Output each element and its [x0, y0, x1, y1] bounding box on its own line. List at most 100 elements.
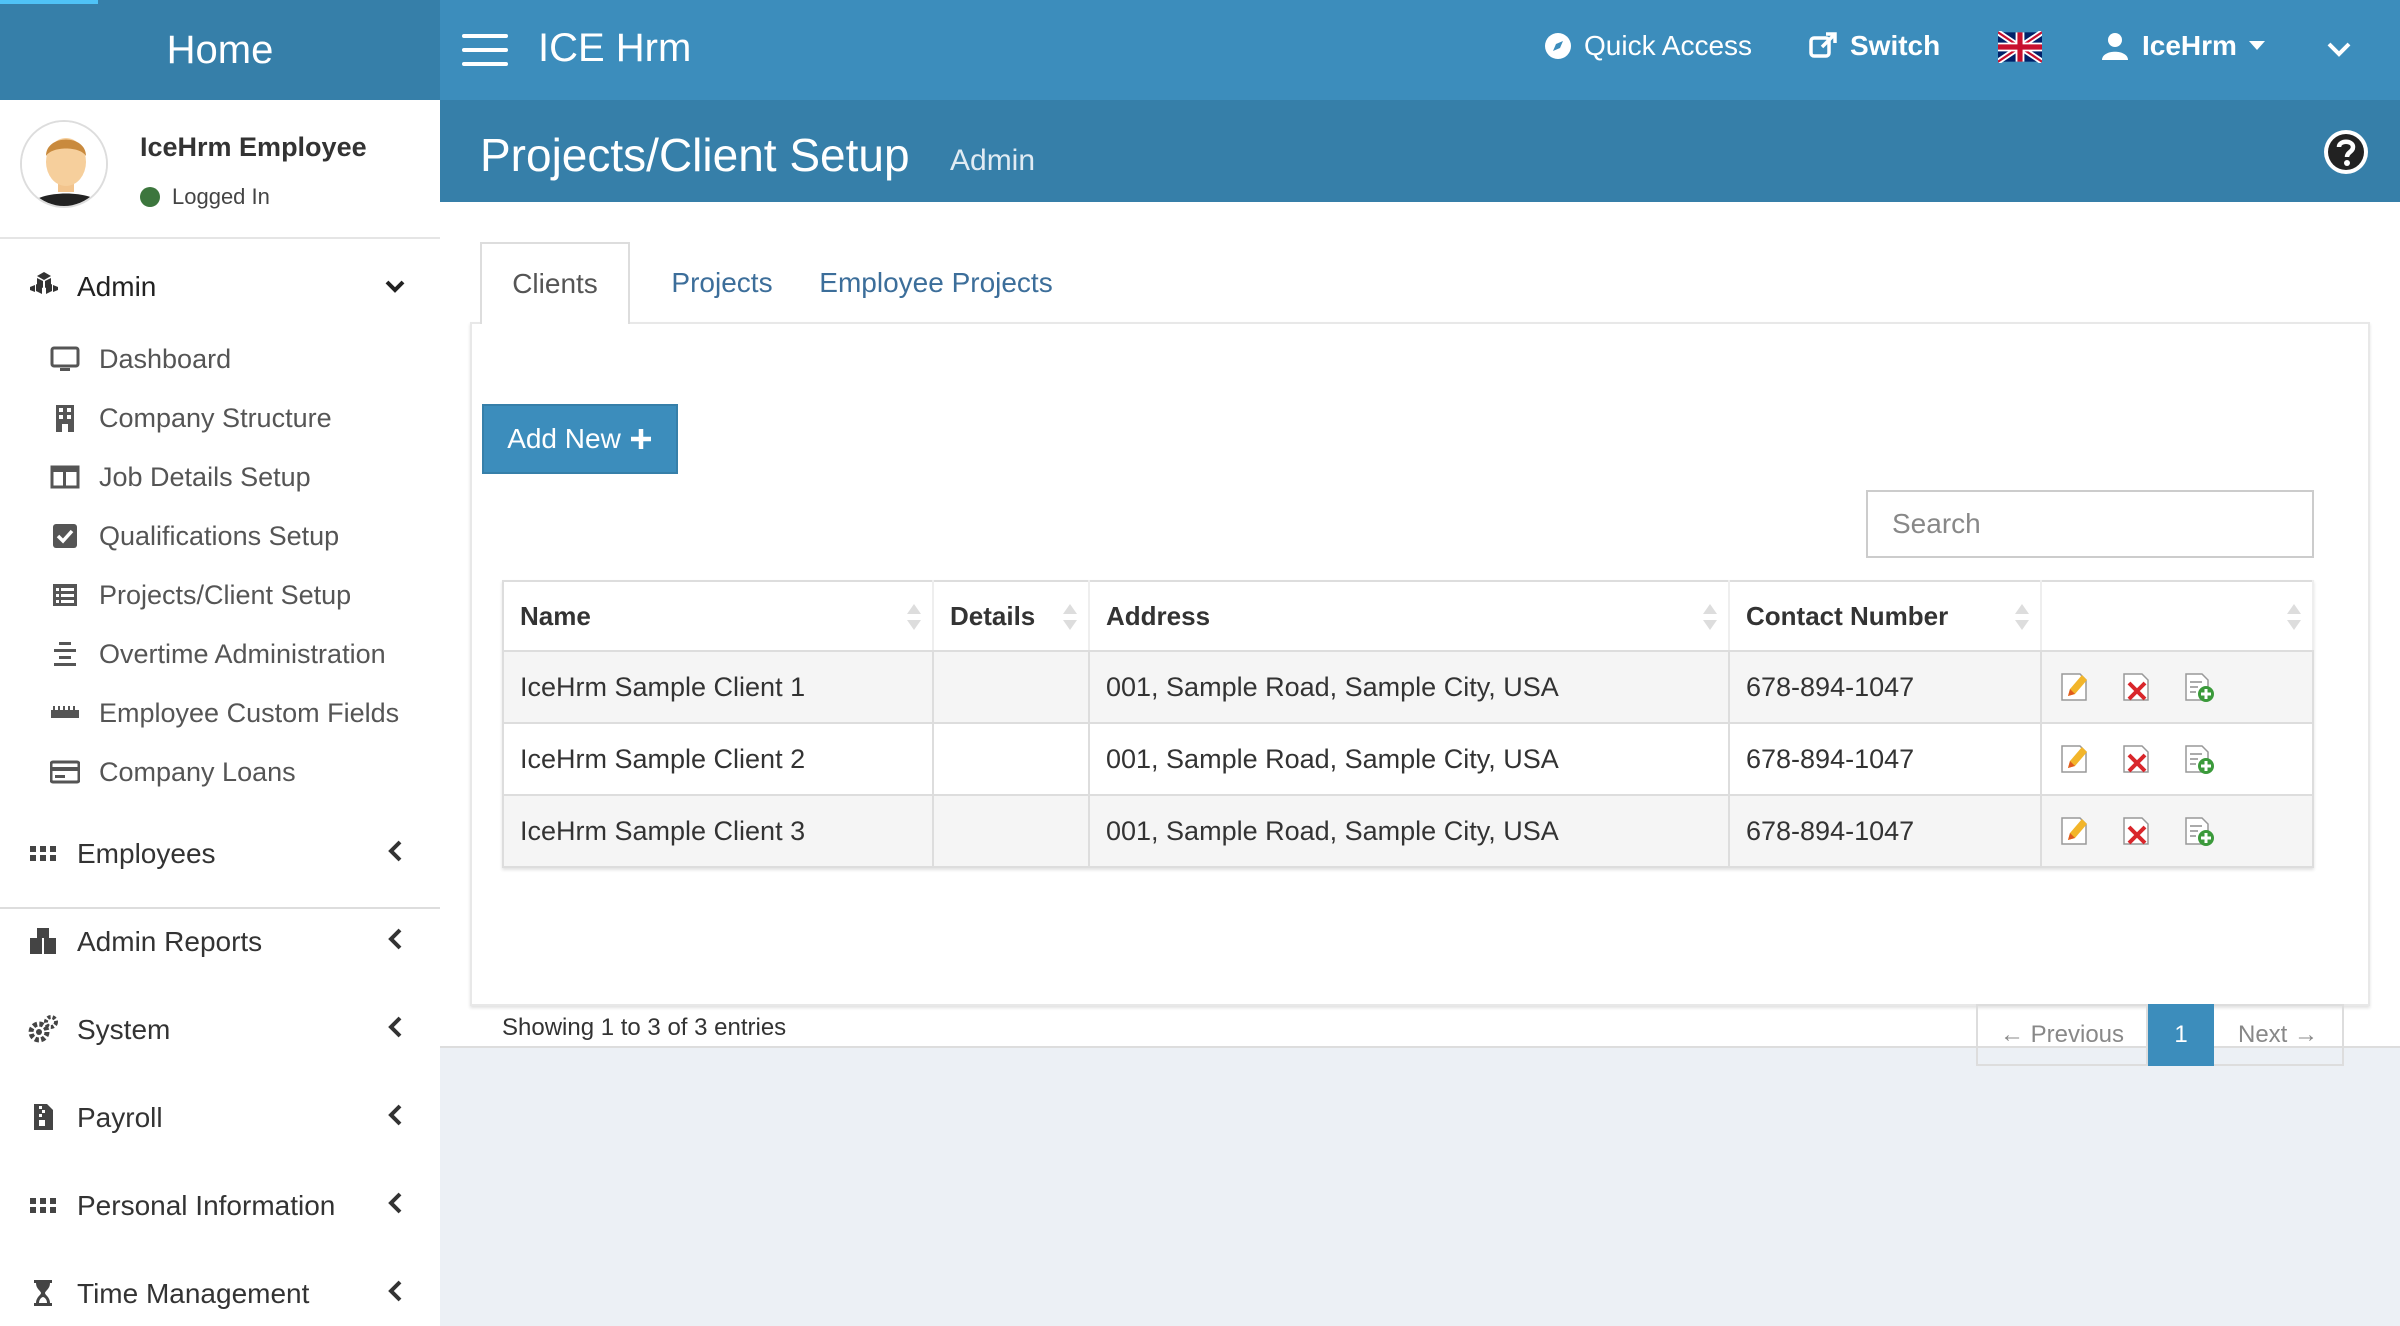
sidebar-item-label: Qualifications Setup	[99, 521, 340, 551]
user-panel: IceHrm Employee Logged In	[0, 100, 440, 239]
column-header-actions[interactable]	[2041, 581, 2314, 652]
column-header-contact-number[interactable]: Contact Number	[1729, 581, 2042, 652]
cell-name: IceHrm Sample Client 3	[503, 795, 934, 868]
switch-link[interactable]: Switch	[1808, 30, 1940, 62]
copy-icon[interactable]	[2182, 814, 2216, 848]
table-header-row: Name Details Address Contact Number	[503, 581, 2314, 652]
sidebar-item-time-management[interactable]: Time Management	[0, 1254, 440, 1326]
table-row: IceHrm Sample Client 1 001, Sample Road,…	[503, 651, 2314, 724]
chevron-left-icon	[388, 1192, 402, 1214]
external-link-icon	[1809, 32, 1837, 58]
home-logo[interactable]: Home	[0, 0, 440, 100]
sidebar-item-employee-custom-fields[interactable]: Employee Custom Fields	[0, 686, 440, 742]
edit-icon[interactable]	[2058, 742, 2092, 776]
sidebar-item-employees[interactable]: Employees	[0, 814, 440, 894]
cell-details	[933, 723, 1090, 796]
cell-actions	[2041, 651, 2314, 724]
home-label[interactable]: Home	[167, 28, 274, 73]
tab-clients[interactable]: Clients	[480, 242, 630, 324]
cell-details	[933, 651, 1090, 724]
sidebar-item-qualifications-setup[interactable]: Qualifications Setup	[0, 509, 440, 565]
column-header-address[interactable]: Address	[1089, 581, 1730, 652]
user-icon	[2102, 33, 2128, 60]
sidebar-item-payroll[interactable]: Payroll	[0, 1078, 440, 1158]
cell-address: 001, Sample Road, Sample City, USA	[1089, 651, 1730, 724]
help-icon[interactable]	[2322, 128, 2370, 176]
compass-icon	[1545, 33, 1571, 59]
sidebar: IceHrm Employee Logged In Admin Dashboar…	[0, 100, 440, 1326]
user-menu-label: IceHrm	[2142, 30, 2237, 61]
sidebar-item-label: Job Details Setup	[99, 462, 311, 492]
hamburger-menu-icon[interactable]	[462, 34, 508, 66]
column-header-details[interactable]: Details	[933, 581, 1090, 652]
gears-icon	[28, 1015, 58, 1043]
sidebar-item-projects-client-setup[interactable]: Projects/Client Setup	[0, 568, 440, 624]
top-navbar: ICE Hrm Quick Access Switch IceHrm	[440, 0, 2400, 100]
chevron-left-icon	[388, 928, 402, 950]
credit-card-icon	[50, 760, 80, 784]
online-status-icon	[140, 187, 160, 207]
sidebar-item-personal-information[interactable]: Personal Information	[0, 1166, 440, 1246]
edit-icon[interactable]	[2058, 670, 2092, 704]
user-status: Logged In	[140, 184, 270, 210]
tab-content-box: Add New Name Details Address	[470, 322, 2370, 1066]
cell-address: 001, Sample Road, Sample City, USA	[1089, 723, 1730, 796]
cell-contact: 678-894-1047	[1729, 723, 2042, 796]
sort-icon	[1063, 604, 1077, 630]
chevron-left-icon	[388, 840, 402, 862]
add-new-button[interactable]: Add New	[482, 404, 678, 474]
cell-contact: 678-894-1047	[1729, 795, 2042, 868]
sidebar-item-admin[interactable]: Admin	[0, 247, 440, 327]
sidebar-item-label: System	[77, 1014, 171, 1045]
delete-icon[interactable]	[2120, 814, 2154, 848]
monitor-icon	[50, 346, 80, 371]
sort-icon	[907, 604, 921, 630]
cubes-icon	[30, 272, 58, 294]
chevron-down-icon[interactable]	[2324, 34, 2354, 64]
sidebar-item-label: Personal Information	[77, 1190, 336, 1221]
copy-icon[interactable]	[2182, 670, 2216, 704]
sidebar-item-overtime-administration[interactable]: Overtime Administration	[0, 627, 440, 683]
uk-flag-icon[interactable]	[1998, 31, 2042, 63]
sidebar-item-admin-reports[interactable]: Admin Reports	[0, 902, 440, 982]
content-area: Clients Projects Employee Projects Add N…	[440, 202, 2400, 1066]
avatar-image	[22, 122, 106, 206]
page-title: Projects/Client Setup	[480, 129, 910, 181]
table-row: IceHrm Sample Client 3 001, Sample Road,…	[503, 795, 2314, 868]
page-subtitle: Admin	[950, 144, 1036, 177]
sidebar-item-job-details-setup[interactable]: Job Details Setup	[0, 450, 440, 506]
plus-icon	[630, 429, 651, 449]
sidebar-item-company-loans[interactable]: Company Loans	[0, 745, 440, 801]
cell-details	[933, 795, 1090, 868]
page-1-button[interactable]: 1	[2148, 1004, 2214, 1066]
previous-page-button[interactable]: ← Previous	[1976, 1004, 2148, 1066]
pagination: ← Previous 1 Next →	[1976, 1004, 2344, 1066]
quick-access-link[interactable]: Quick Access	[1544, 30, 1752, 62]
table-row: IceHrm Sample Client 2 001, Sample Road,…	[503, 723, 2314, 796]
search-input[interactable]	[1866, 490, 2314, 558]
edit-icon[interactable]	[2058, 814, 2092, 848]
tab-projects[interactable]: Projects	[644, 242, 800, 324]
copy-icon[interactable]	[2182, 742, 2216, 776]
cell-name: IceHrm Sample Client 1	[503, 651, 934, 724]
delete-icon[interactable]	[2120, 670, 2154, 704]
admin-label: Admin	[77, 271, 157, 302]
cubes-icon	[30, 928, 56, 954]
sidebar-item-label: Time Management	[77, 1278, 310, 1309]
sidebar-item-company-structure[interactable]: Company Structure	[0, 391, 440, 447]
user-name: IceHrm Employee	[140, 132, 367, 162]
sidebar-item-system[interactable]: System	[0, 990, 440, 1070]
next-page-button[interactable]: Next →	[2214, 1004, 2344, 1066]
sidebar-item-dashboard[interactable]: Dashboard	[0, 332, 440, 388]
tab-employee-projects[interactable]: Employee Projects	[812, 242, 1060, 324]
align-center-icon	[54, 642, 76, 666]
sidebar-item-label: Payroll	[77, 1102, 163, 1133]
zip-file-icon	[34, 1104, 53, 1130]
hourglass-icon	[34, 1280, 52, 1306]
column-header-name[interactable]: Name	[503, 581, 934, 652]
user-menu[interactable]: IceHrm	[2100, 30, 2265, 62]
delete-icon[interactable]	[2120, 742, 2154, 776]
cell-name: IceHrm Sample Client 2	[503, 723, 934, 796]
table-info: Showing 1 to 3 of 3 entries	[502, 1014, 787, 1041]
chevron-left-icon	[388, 1280, 402, 1302]
